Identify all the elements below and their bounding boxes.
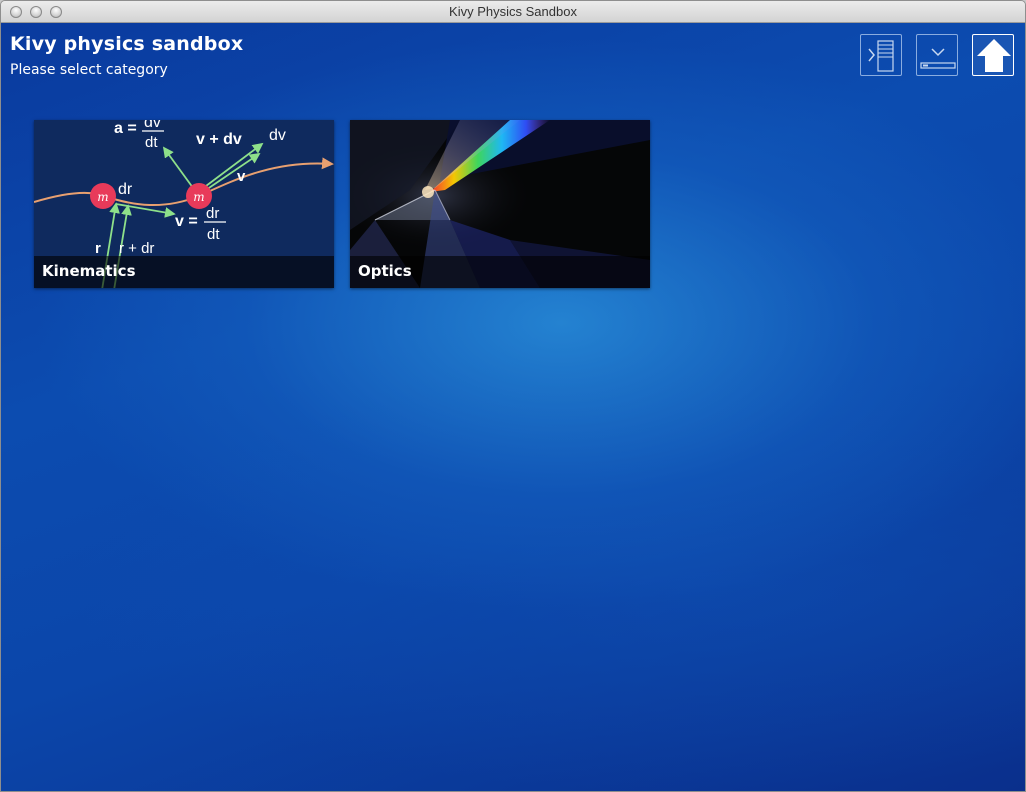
svg-text:r: r (95, 240, 101, 257)
window-title: Kivy Physics Sandbox (449, 4, 577, 19)
svg-text:dr: dr (206, 205, 219, 222)
category-card-kinematics[interactable]: m m a = dv dt v + dv dv v dr v = dr dt r… (34, 120, 334, 288)
app-content: Kivy physics sandbox Please select categ… (1, 23, 1025, 791)
svg-text:m: m (97, 190, 108, 204)
page-subtitle: Please select category (10, 62, 168, 78)
svg-text:dt: dt (145, 134, 158, 151)
card-label-bar: Optics (350, 256, 650, 288)
svg-text:dv: dv (269, 127, 286, 144)
svg-text:a =: a = (114, 120, 137, 137)
category-card-optics[interactable]: Optics (350, 120, 650, 288)
svg-text:v: v (237, 168, 246, 185)
window-titlebar[interactable]: Kivy Physics Sandbox (1, 1, 1025, 23)
sidebar-toggle-button[interactable] (860, 34, 902, 76)
svg-text:v =: v = (175, 213, 198, 230)
page-title: Kivy physics sandbox (10, 33, 244, 55)
card-label-optics: Optics (358, 262, 412, 280)
svg-text:dt: dt (207, 226, 220, 243)
download-icon (920, 48, 956, 69)
svg-text:r + dr: r + dr (119, 240, 154, 257)
home-button[interactable] (972, 34, 1014, 76)
home-icon (977, 39, 1011, 72)
svg-text:m: m (193, 190, 204, 204)
card-label-kinematics: Kinematics (42, 262, 136, 280)
sidebar-toggle-icon (868, 40, 894, 72)
app-window: Kivy Physics Sandbox Kivy physics sandbo… (0, 0, 1026, 792)
svg-text:dr: dr (118, 181, 133, 198)
download-button[interactable] (916, 34, 958, 76)
svg-text:v + dv: v + dv (196, 131, 242, 148)
svg-text:dv: dv (144, 120, 161, 131)
card-label-bar: Kinematics (34, 256, 334, 288)
